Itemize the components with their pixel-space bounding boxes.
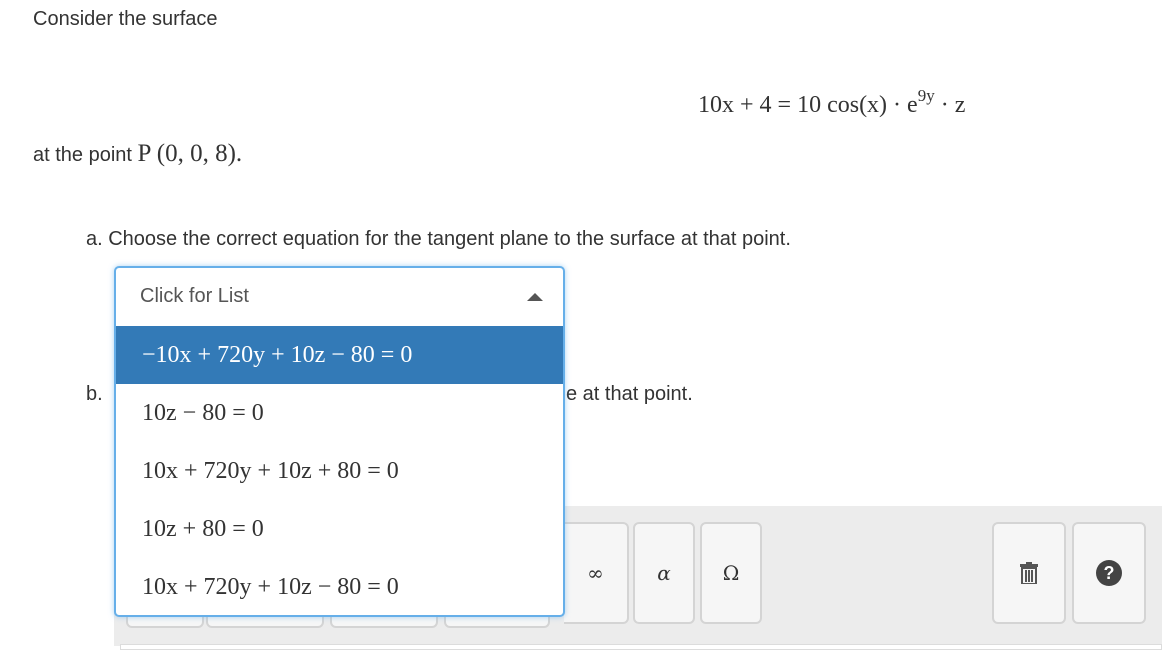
- caret-up-icon: [527, 293, 543, 301]
- intro-text: Consider the surface: [33, 8, 218, 30]
- surface-equation: 10x + 4 = 10 cos(x) · e9y · z: [698, 86, 966, 119]
- select-option-2[interactable]: 10z − 80 = 0: [116, 384, 563, 442]
- select-toggle[interactable]: Click for List: [116, 268, 563, 326]
- question-b-text-partial: e at that point.: [566, 383, 693, 405]
- option-label: −10x + 720y + 10z − 80 = 0: [142, 341, 413, 368]
- select-option-4[interactable]: 10z + 80 = 0: [116, 500, 563, 558]
- help-button[interactable]: ?: [1072, 522, 1146, 624]
- infinity-icon: ∞: [587, 561, 604, 585]
- point-line: at the point P (0, 0, 8).: [33, 140, 242, 168]
- equation-tail: · z: [934, 92, 966, 118]
- tangent-plane-select[interactable]: Click for List −10x + 720y + 10z − 80 = …: [114, 266, 565, 617]
- trash-icon: [1020, 562, 1038, 584]
- question-a: a. Choose the correct equation for the t…: [86, 228, 791, 250]
- alpha-button[interactable]: α: [633, 522, 695, 624]
- question-b-label: b.: [86, 383, 103, 405]
- select-placeholder: Click for List: [140, 285, 249, 307]
- equation-exponent: 9y: [917, 86, 935, 105]
- infinity-button[interactable]: ∞: [564, 522, 629, 624]
- omega-icon: Ω: [722, 561, 740, 585]
- help-icon: ?: [1096, 560, 1122, 586]
- alpha-icon: α: [657, 561, 671, 585]
- option-label: 10z − 80 = 0: [142, 399, 264, 426]
- select-option-5[interactable]: 10x + 720y + 10z − 80 = 0: [116, 558, 563, 615]
- option-label: 10z + 80 = 0: [142, 515, 264, 542]
- option-label: 10x + 720y + 10z − 80 = 0: [142, 573, 399, 600]
- trash-button[interactable]: [992, 522, 1066, 624]
- point-coordinates: P (0, 0, 8).: [137, 140, 243, 167]
- select-option-3[interactable]: 10x + 720y + 10z + 80 = 0: [116, 442, 563, 500]
- select-option-1[interactable]: −10x + 720y + 10z − 80 = 0: [116, 326, 563, 384]
- point-prefix: at the point: [33, 144, 138, 166]
- omega-button[interactable]: Ω: [700, 522, 762, 624]
- option-label: 10x + 720y + 10z + 80 = 0: [142, 457, 399, 484]
- answer-input-edge[interactable]: [120, 644, 1162, 650]
- equation-main: 10x + 4 = 10 cos(x) · e: [698, 92, 918, 118]
